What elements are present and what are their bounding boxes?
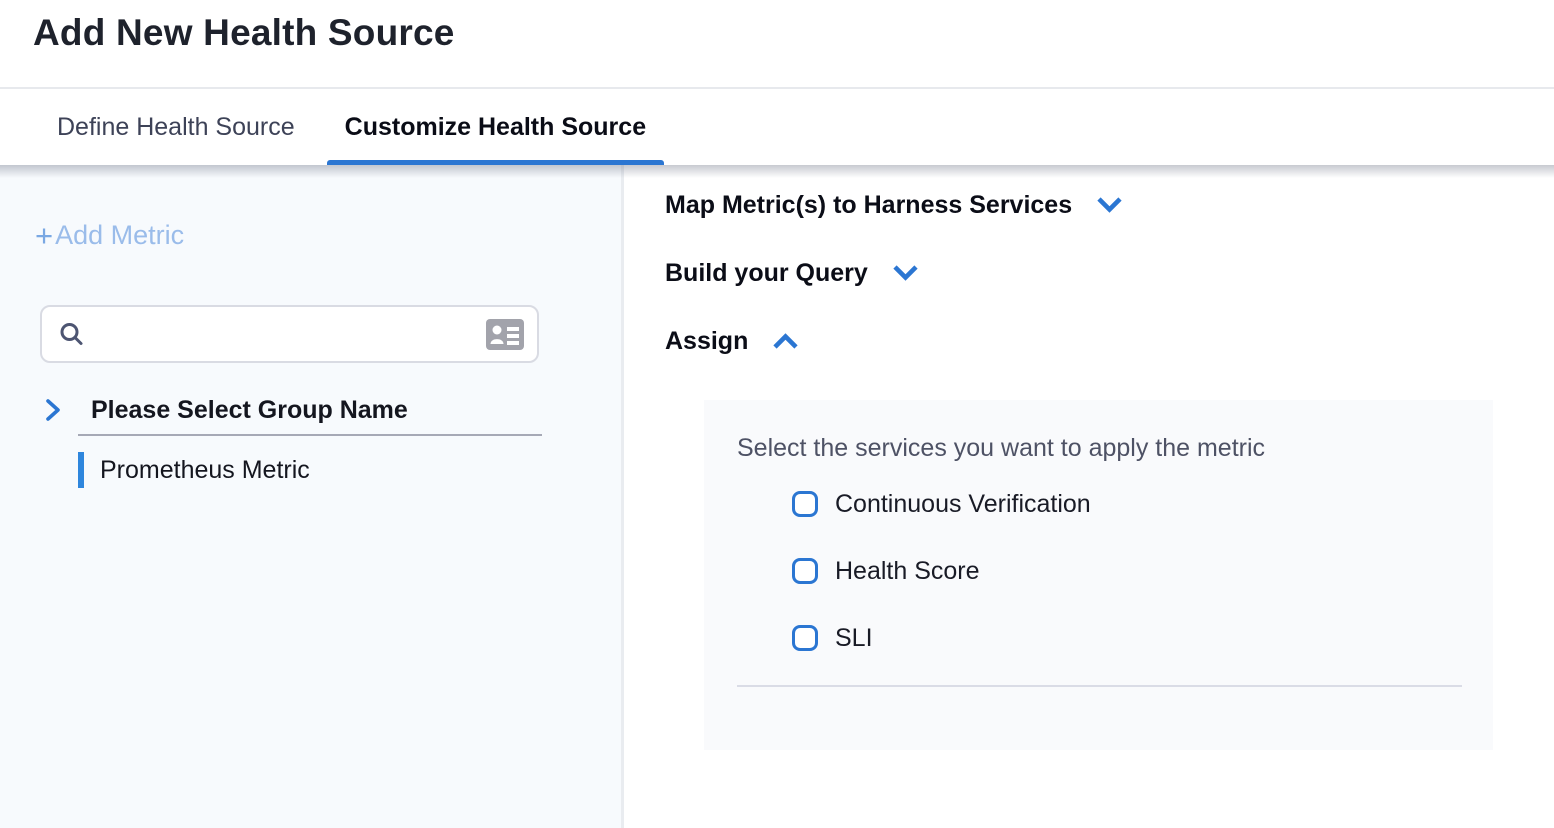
tab-customize-health-source[interactable]: Customize Health Source — [327, 89, 664, 165]
group-name-row[interactable]: Please Select Group Name — [44, 394, 408, 426]
tab-bar: Define Health Source Customize Health So… — [0, 87, 1554, 165]
metrics-sidebar: + Add Metric — [0, 165, 624, 828]
page-title: Add New Health Source — [33, 12, 455, 54]
chevron-up-icon[interactable] — [772, 332, 799, 350]
contact-card-icon[interactable] — [486, 319, 524, 350]
metric-list-item-prometheus[interactable]: Prometheus Metric — [78, 452, 310, 488]
chevron-down-icon[interactable] — [1096, 196, 1123, 214]
customize-main-panel: Map Metric(s) to Harness Services Build … — [624, 165, 1554, 828]
search-input[interactable] — [95, 320, 486, 348]
content-area: + Add Metric — [0, 165, 1554, 828]
section-map-metrics[interactable]: Map Metric(s) to Harness Services — [665, 191, 1123, 220]
section-label: Assign — [665, 327, 748, 356]
group-divider — [78, 434, 542, 436]
option-health-score[interactable]: Health Score — [792, 555, 980, 587]
dialog-header: Add New Health Source — [0, 0, 1554, 87]
metric-search-box — [40, 305, 539, 363]
group-name-label: Please Select Group Name — [91, 396, 408, 425]
chevron-right-icon[interactable] — [44, 397, 62, 423]
section-label: Map Metric(s) to Harness Services — [665, 191, 1072, 220]
section-assign[interactable]: Assign — [665, 327, 799, 356]
add-metric-label: Add Metric — [55, 221, 184, 251]
continuous-verification-checkbox[interactable] — [792, 491, 818, 517]
tab-define-health-source[interactable]: Define Health Source — [39, 89, 313, 165]
option-label: SLI — [835, 624, 873, 653]
option-label: Health Score — [835, 557, 980, 586]
option-sli[interactable]: SLI — [792, 622, 873, 654]
chevron-down-icon[interactable] — [892, 264, 919, 282]
metric-item-label: Prometheus Metric — [100, 456, 310, 485]
plus-icon: + — [35, 220, 53, 251]
assign-description: Select the services you want to apply th… — [737, 434, 1265, 463]
section-label: Build your Query — [665, 259, 868, 288]
section-build-query[interactable]: Build your Query — [665, 259, 919, 288]
tab-label: Customize Health Source — [345, 113, 646, 142]
selected-indicator-bar — [78, 452, 84, 488]
assign-divider — [737, 685, 1462, 687]
health-score-checkbox[interactable] — [792, 558, 818, 584]
option-label: Continuous Verification — [835, 490, 1091, 519]
sli-checkbox[interactable] — [792, 625, 818, 651]
tab-label: Define Health Source — [57, 113, 295, 142]
search-icon — [58, 321, 85, 348]
assign-card: Select the services you want to apply th… — [704, 400, 1493, 750]
add-metric-button[interactable]: + Add Metric — [35, 220, 184, 251]
option-continuous-verification[interactable]: Continuous Verification — [792, 488, 1091, 520]
